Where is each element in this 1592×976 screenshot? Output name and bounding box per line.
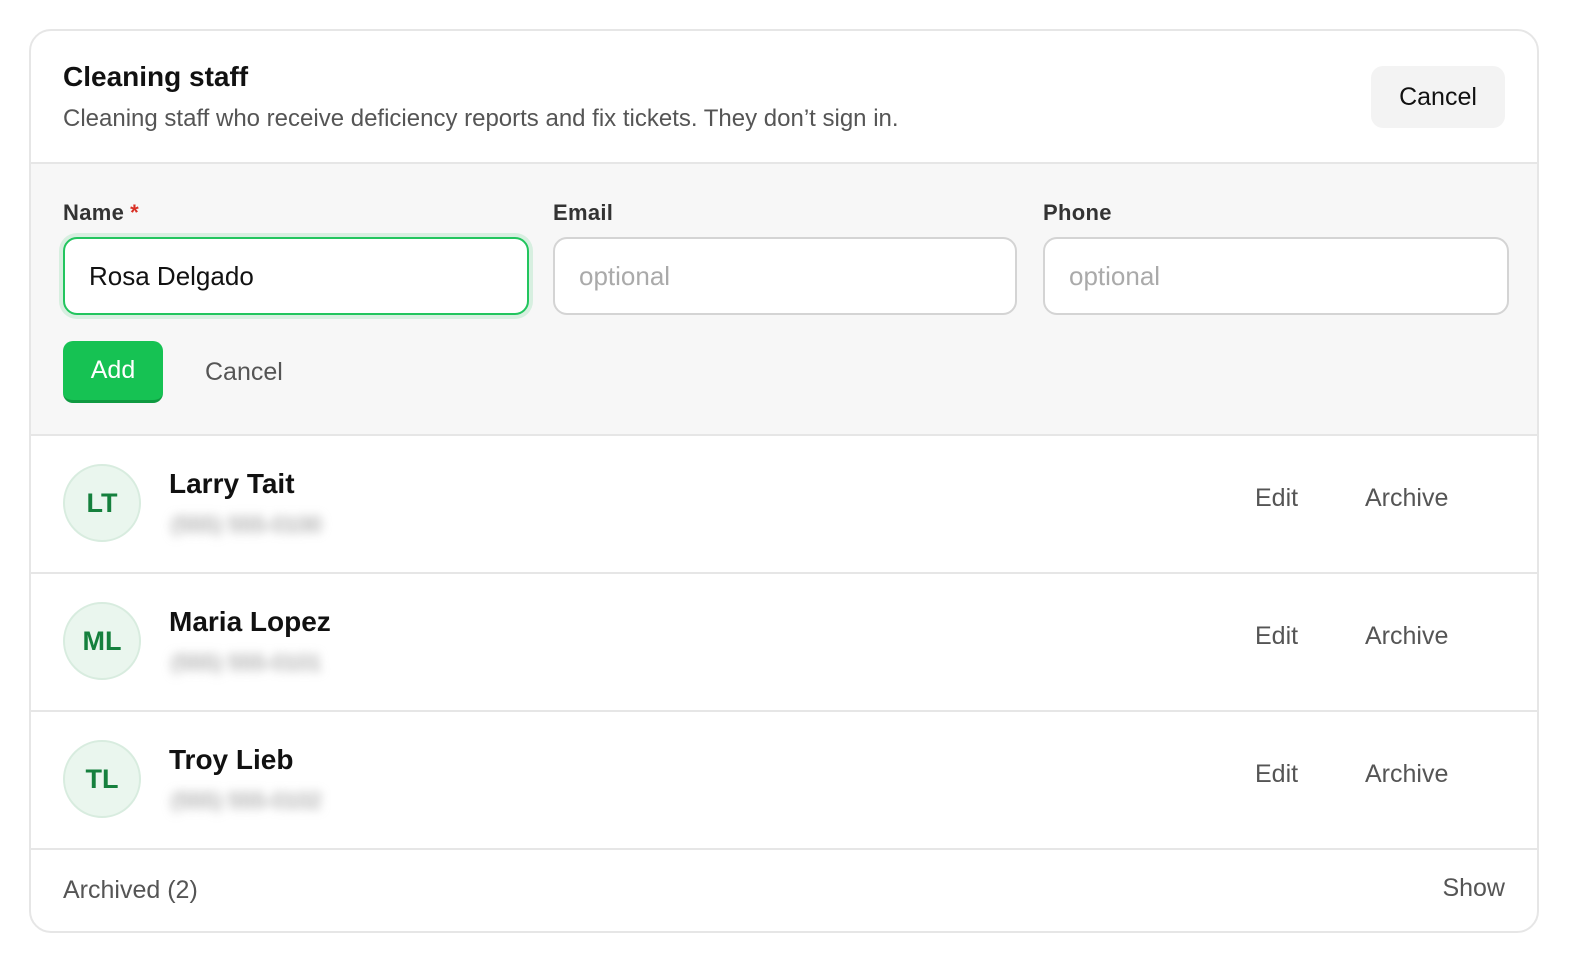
edit-button[interactable]: Edit	[1255, 760, 1298, 789]
cleaning-staff-card: Cleaning staff Cleaning staff who receiv…	[29, 29, 1539, 933]
email-field-label: Email	[553, 200, 614, 225]
header-cancel-button[interactable]: Cancel	[1371, 66, 1505, 128]
archive-button[interactable]: Archive	[1365, 760, 1448, 789]
add-staff-form: Name* Email Phone Add Cancel	[31, 164, 1537, 436]
form-cancel-button[interactable]: Cancel	[205, 341, 283, 403]
avatar: TL	[63, 740, 141, 818]
email-input[interactable]	[553, 237, 1017, 315]
page-subtitle: Cleaning staff who receive deficiency re…	[63, 105, 899, 132]
staff-name: Troy Lieb	[169, 744, 294, 775]
name-label-text: Name	[63, 200, 125, 225]
staff-name: Larry Tait	[169, 468, 295, 499]
avatar: LT	[63, 464, 141, 542]
archive-button[interactable]: Archive	[1365, 622, 1448, 651]
edit-button[interactable]: Edit	[1255, 484, 1298, 513]
card-header: Cleaning staff Cleaning staff who receiv…	[31, 31, 1537, 164]
staff-name: Maria Lopez	[169, 606, 331, 637]
page-title: Cleaning staff	[63, 61, 249, 92]
archived-count-label: Archived (2)	[63, 876, 198, 904]
staff-row: ML Maria Lopez (555) 555-0101 Edit Archi…	[31, 574, 1537, 712]
required-mark: *	[130, 200, 139, 225]
archived-footer: Archived (2) Show	[31, 850, 1537, 931]
staff-contact-redacted: (555) 555-0100	[171, 512, 322, 537]
phone-input[interactable]	[1043, 237, 1509, 315]
add-button[interactable]: Add	[63, 341, 163, 403]
staff-row: LT Larry Tait (555) 555-0100 Edit Archiv…	[31, 436, 1537, 574]
archive-button[interactable]: Archive	[1365, 484, 1448, 513]
staff-contact-redacted: (555) 555-0101	[171, 650, 322, 675]
name-field-label: Name *	[63, 200, 139, 226]
avatar: ML	[63, 602, 141, 680]
staff-contact-redacted: (555) 555-0102	[171, 788, 322, 813]
edit-button[interactable]: Edit	[1255, 622, 1298, 651]
phone-field-label: Phone	[1043, 200, 1112, 225]
show-archived-button[interactable]: Show	[1442, 874, 1505, 903]
staff-row: TL Troy Lieb (555) 555-0102 Edit Archive	[31, 712, 1537, 850]
name-input[interactable]	[63, 237, 529, 315]
